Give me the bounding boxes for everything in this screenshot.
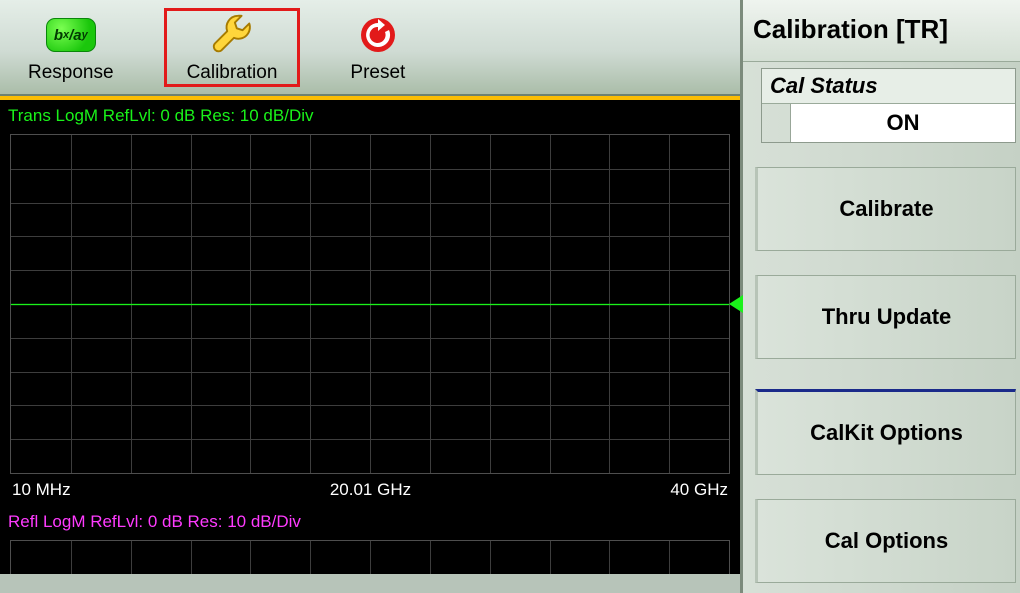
calibrate-button[interactable]: Calibrate <box>755 167 1016 251</box>
x-start-label: 10 MHz <box>12 480 71 500</box>
plot-area: Trans LogM RefLvl: 0 dB Res: 10 dB/Div <box>0 96 740 574</box>
response-label: Response <box>28 62 114 84</box>
cal-options-button[interactable]: Cal Options <box>755 499 1016 583</box>
cal-status-header: Cal Status <box>762 69 1015 104</box>
side-panel: Calibration [TR] Cal Status ON Calibrate… <box>740 0 1020 593</box>
calibration-label: Calibration <box>187 62 278 84</box>
x-axis-labels: 10 MHz 20.01 GHz 40 GHz <box>0 478 740 506</box>
refresh-icon <box>353 12 403 58</box>
x-stop-label: 40 GHz <box>670 480 728 500</box>
calibration-button[interactable]: Calibration <box>164 8 301 87</box>
thru-update-button[interactable]: Thru Update <box>755 275 1016 359</box>
panel-title: Calibration [TR] <box>743 0 1020 62</box>
trace1-label: Trans LogM RefLvl: 0 dB Res: 10 dB/Div <box>0 100 740 130</box>
bx-ay-icon: bx/ay <box>46 12 96 58</box>
x-center-label: 20.01 GHz <box>330 480 411 500</box>
plot-grid[interactable] <box>10 134 730 474</box>
wrench-icon <box>207 12 257 58</box>
cal-status-box: Cal Status ON <box>761 68 1016 143</box>
preset-label: Preset <box>350 62 405 84</box>
cal-status-value[interactable]: ON <box>790 104 1015 142</box>
ref-marker-icon <box>729 295 743 313</box>
trace-line <box>11 304 729 305</box>
plot-grid-2[interactable] <box>10 540 730 574</box>
calkit-options-button[interactable]: CalKit Options <box>755 389 1016 475</box>
main-toolbar: bx/ay Response Calibration <box>0 0 740 96</box>
preset-button[interactable]: Preset <box>340 8 415 86</box>
trace2-label: Refl LogM RefLvl: 0 dB Res: 10 dB/Div <box>0 506 740 536</box>
response-button[interactable]: bx/ay Response <box>18 8 124 86</box>
